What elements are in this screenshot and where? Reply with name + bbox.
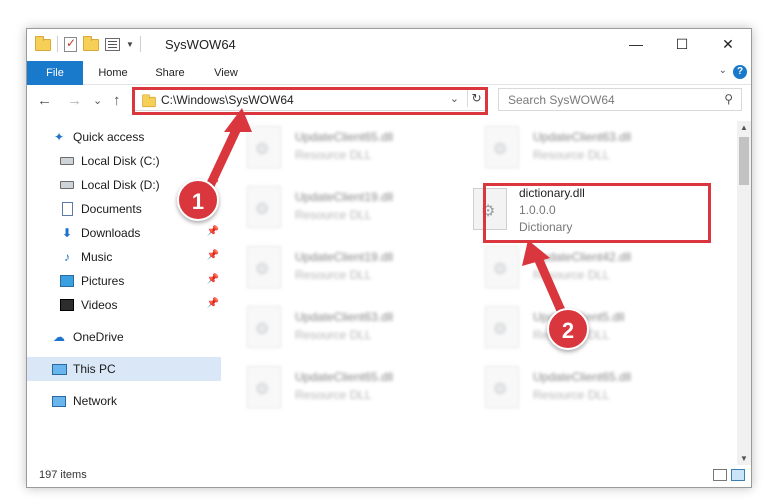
step-2-badge: 2 [547, 308, 589, 350]
step-1-badge: 1 [177, 179, 219, 221]
arrowhead-icon [224, 108, 252, 132]
annotation-arrows [203, 108, 571, 327]
arrow-to-address-bar [203, 121, 243, 195]
